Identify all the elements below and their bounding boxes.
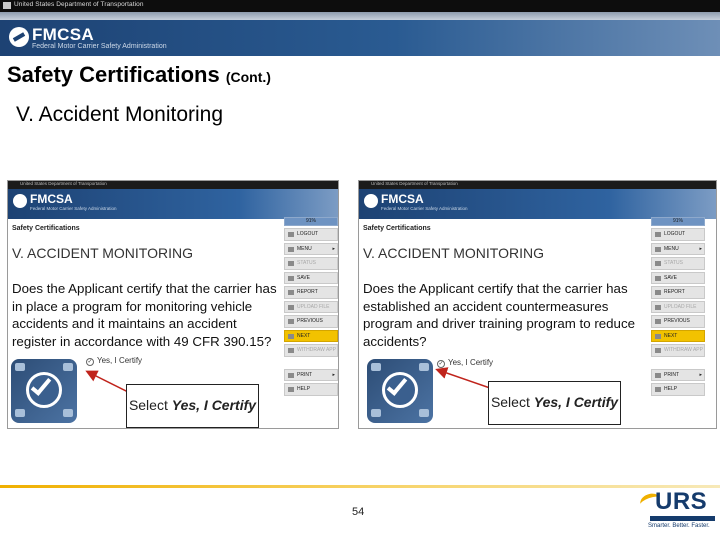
chevron-right-icon: ▸ <box>699 245 702 252</box>
menu-help[interactable]: HELP <box>284 383 338 396</box>
menu-save[interactable]: SAVE <box>284 271 338 284</box>
banner-main <box>0 20 720 56</box>
menu-menu[interactable]: MENU ▸ <box>284 242 338 255</box>
menu-print-label: PRINT <box>664 371 679 378</box>
chevron-right-icon: ▸ <box>332 371 335 378</box>
menu-menu-label: MENU <box>664 245 679 252</box>
phone-icon <box>15 409 25 417</box>
urs-logo: URS <box>655 488 708 515</box>
document-icon <box>371 363 381 371</box>
fmcsa-logo-icon <box>9 27 29 47</box>
menu-upload-file[interactable]: UPLOAD FILE <box>284 300 338 313</box>
menu-print-label: PRINT <box>297 371 312 378</box>
progress-indicator: 91% <box>284 217 338 226</box>
dept-label: United States Department of Transportati… <box>14 1 144 8</box>
menu-help[interactable]: HELP <box>651 383 705 396</box>
menu-menu[interactable]: MENU ▸ <box>651 242 705 255</box>
certify-tile-icon <box>11 359 77 423</box>
menu-status[interactable]: STATUS <box>651 257 705 270</box>
checkbox-label: Yes, I Certify <box>97 356 143 365</box>
callout-lead: Select <box>128 397 172 413</box>
checkbox-icon[interactable]: ✓ <box>86 358 94 366</box>
fmcsa-logo-subtitle: Federal Motor Carrier Safety Administrat… <box>32 43 167 50</box>
truck-icon <box>419 363 429 371</box>
slide-subtitle: V. Accident Monitoring <box>16 103 224 126</box>
dept-strip: United States Department of Transportati… <box>0 0 720 12</box>
urs-logo-bar <box>650 516 715 521</box>
menu-menu-label: MENU <box>297 245 312 252</box>
certification-question: Does the Applicant certify that the carr… <box>363 281 635 349</box>
panel-logo-text: FMCSA <box>30 192 73 206</box>
panel-dept-strip: United States Department of Transportati… <box>359 181 716 189</box>
menu-status[interactable]: STATUS <box>284 257 338 270</box>
fmcsa-logo-text: FMCSA <box>32 25 94 44</box>
callout-emphasis: Yes, I Certify <box>171 397 257 413</box>
slide-title-text: Safety Certifications <box>7 62 220 87</box>
checkbox-icon[interactable]: ✓ <box>437 360 445 368</box>
panel-heading: V. ACCIDENT MONITORING <box>363 245 544 261</box>
panel-heading: V. ACCIDENT MONITORING <box>12 245 193 261</box>
menu-previous[interactable]: PREVIOUS <box>651 315 705 328</box>
panel-breadcrumb: Safety Certifications <box>12 225 80 232</box>
car-icon <box>63 409 73 417</box>
checkbox-label: Yes, I Certify <box>448 358 494 367</box>
chevron-right-icon: ▸ <box>332 245 335 252</box>
panel-logo-text: FMCSA <box>381 192 424 206</box>
menu-print[interactable]: PRINT ▸ <box>651 368 705 381</box>
page-number: 54 <box>352 506 365 518</box>
yes-certify-checkbox[interactable]: ✓ Yes, I Certify <box>86 356 142 366</box>
menu-logout[interactable]: LOGOUT <box>284 228 338 241</box>
menu-report[interactable]: REPORT <box>651 286 705 299</box>
menu-save[interactable]: SAVE <box>651 271 705 284</box>
panel-logo-icon <box>364 194 378 208</box>
car-icon <box>419 409 429 417</box>
progress-indicator: 91% <box>651 217 705 226</box>
menu-report[interactable]: REPORT <box>284 286 338 299</box>
menu-previous[interactable]: PREVIOUS <box>284 315 338 328</box>
panel-dept-label: United States Department of Transportati… <box>371 181 458 186</box>
flag-icon <box>3 2 11 9</box>
side-menu: 91% LOGOUT MENU ▸ STATUS SAVE REPORT UPLO… <box>284 217 338 396</box>
callout-select-right: Select Yes, I Certify <box>488 381 621 425</box>
certify-tile-icon <box>367 359 433 423</box>
panel-logo-icon <box>13 194 27 208</box>
panel-breadcrumb: Safety Certifications <box>363 225 431 232</box>
menu-upload-file[interactable]: UPLOAD FILE <box>651 300 705 313</box>
menu-withdraw-app[interactable]: WITHDRAW APP <box>284 344 338 357</box>
phone-icon <box>371 409 381 417</box>
chevron-right-icon: ▸ <box>699 371 702 378</box>
banner-stripe <box>0 12 720 20</box>
slide-title: Safety Certifications (Cont.) <box>7 62 271 88</box>
panel-dept-label: United States Department of Transportati… <box>20 181 107 186</box>
yes-certify-checkbox[interactable]: ✓ Yes, I Certify <box>437 358 493 368</box>
urs-tagline: Smarter. Better. Faster. <box>648 523 710 529</box>
certification-question: Does the Applicant certify that the carr… <box>12 281 277 349</box>
callout-lead: Select <box>490 394 534 410</box>
menu-next[interactable]: NEXT <box>284 329 338 342</box>
callout-select-left: Select Yes, I Certify <box>126 384 259 428</box>
side-menu: 91% LOGOUT MENU ▸ STATUS SAVE REPORT UPLO… <box>651 217 705 396</box>
truck-icon <box>63 363 73 371</box>
panel-dept-strip: United States Department of Transportati… <box>8 181 338 189</box>
menu-print[interactable]: PRINT ▸ <box>284 368 338 381</box>
panel-logo-subtitle: Federal Motor Carrier Safety Administrat… <box>381 206 468 211</box>
menu-logout[interactable]: LOGOUT <box>651 228 705 241</box>
menu-next[interactable]: NEXT <box>651 329 705 342</box>
callout-emphasis: Yes, I Certify <box>533 394 619 410</box>
slide-title-suffix: (Cont.) <box>225 69 271 85</box>
document-icon <box>15 363 25 371</box>
footer-divider <box>0 485 720 488</box>
menu-withdraw-app[interactable]: WITHDRAW APP <box>651 344 705 357</box>
panel-logo-subtitle: Federal Motor Carrier Safety Administrat… <box>30 206 117 211</box>
